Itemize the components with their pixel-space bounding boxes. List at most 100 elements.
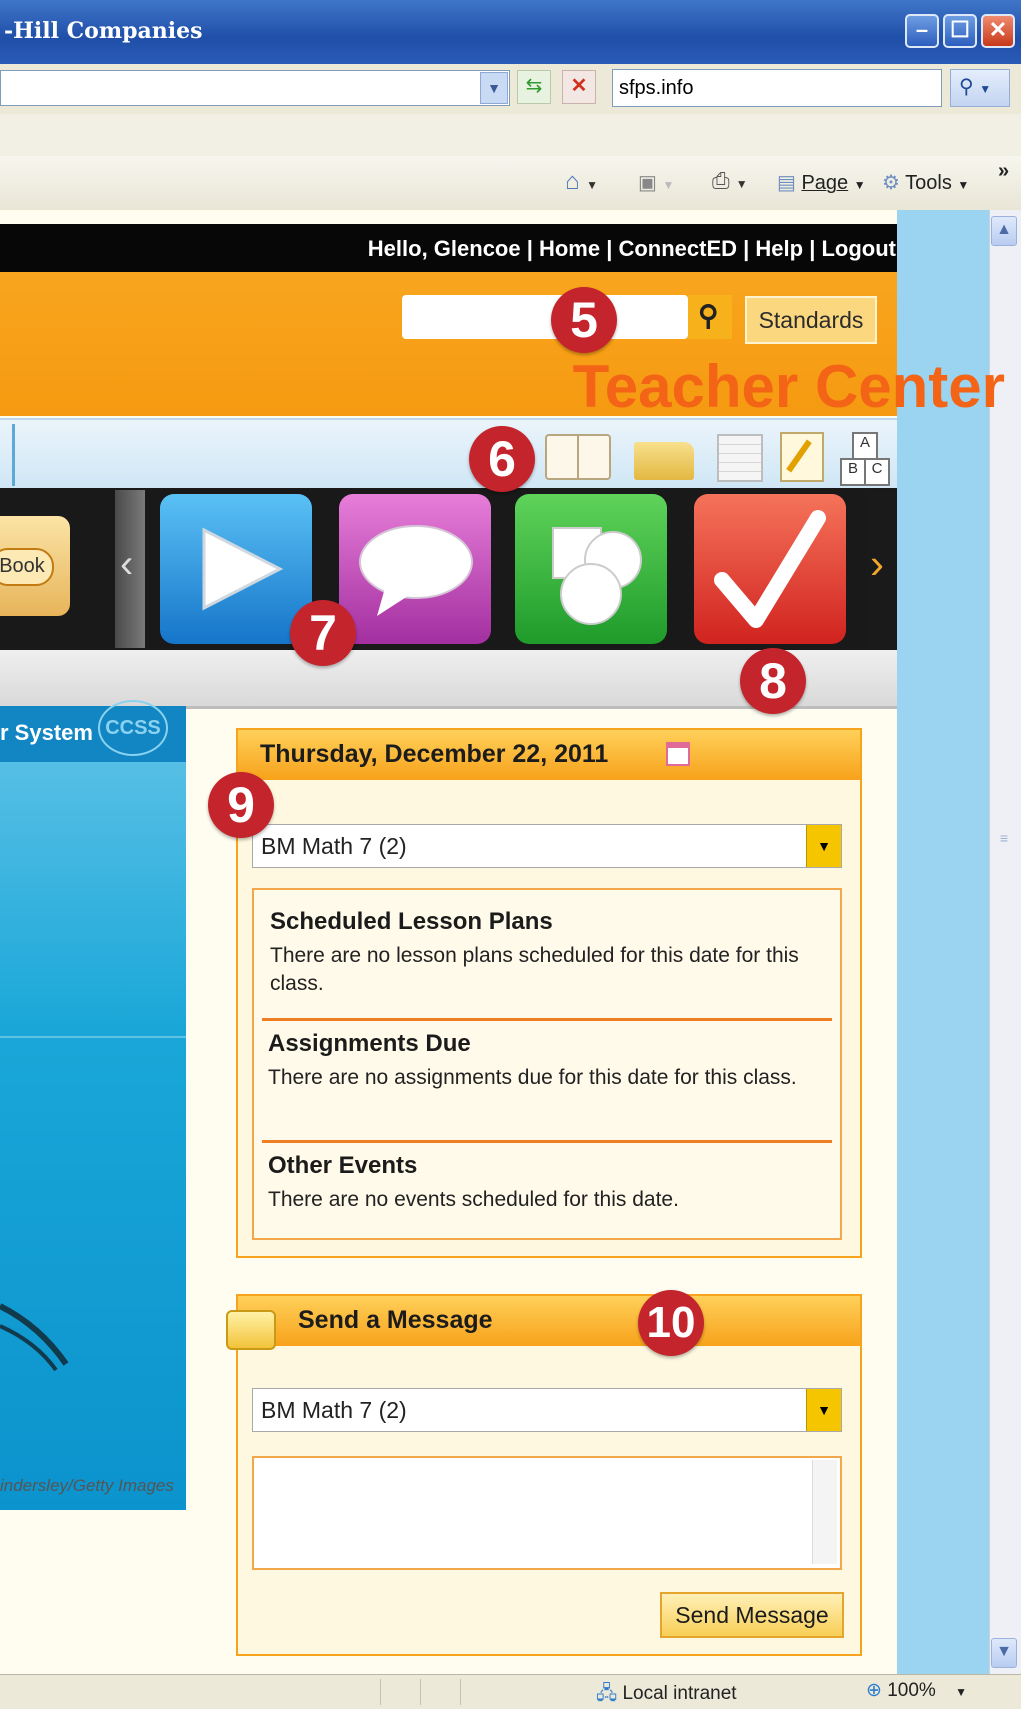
print-icon: ⎙ bbox=[712, 168, 730, 193]
feeds-button[interactable]: ▣ ▼ bbox=[638, 170, 674, 195]
callout-badge-8: 8 bbox=[740, 648, 806, 714]
address-dropdown-button[interactable]: ▼ bbox=[480, 72, 508, 104]
status-divider bbox=[420, 1679, 421, 1705]
assessment-tile[interactable] bbox=[694, 494, 846, 644]
list-item: Scheduled Lesson Plans There are no less… bbox=[270, 908, 830, 998]
page-menu-label: Page bbox=[801, 172, 849, 194]
message-class-select[interactable]: BM Math 7 (2) ▼ bbox=[252, 1388, 842, 1432]
page-menu[interactable]: ▤ Page ▼ bbox=[777, 170, 866, 195]
shapes-icon bbox=[552, 527, 642, 625]
events-list: Scheduled Lesson Plans There are no less… bbox=[252, 888, 842, 1240]
security-zone-label: Local intranet bbox=[622, 1683, 737, 1704]
refresh-button[interactable]: ⇆ bbox=[517, 70, 551, 104]
page-icon: ▤ bbox=[777, 172, 796, 194]
chevron-down-icon[interactable]: ▼ bbox=[806, 1389, 841, 1431]
gradebook-icon[interactable] bbox=[780, 432, 824, 482]
ebook-label: Book bbox=[0, 548, 54, 586]
stop-icon: ✕ bbox=[570, 75, 588, 97]
checkmark-icon bbox=[714, 510, 826, 628]
ccss-logo: CCSS bbox=[98, 700, 168, 756]
gear-icon: ⚙ bbox=[882, 172, 900, 194]
discussion-tile[interactable] bbox=[339, 494, 491, 644]
maximize-icon: ☐ bbox=[950, 17, 970, 42]
tool-strip-divider bbox=[0, 424, 15, 486]
calendar-class-select[interactable]: BM Math 7 (2) ▼ bbox=[252, 824, 842, 868]
tools-menu[interactable]: ⚙ Tools ▼ bbox=[882, 170, 969, 195]
list-item: Other Events There are no events schedul… bbox=[268, 1152, 828, 1214]
stop-button[interactable]: ✕ bbox=[562, 70, 596, 104]
calendar-class-value: BM Math 7 (2) bbox=[261, 833, 407, 859]
scroll-down-button[interactable]: ▼ bbox=[991, 1638, 1017, 1668]
user-nav-links[interactable]: Hello, Glencoe | Home | ConnectED | Help… bbox=[368, 236, 896, 262]
minimize-button[interactable]: – bbox=[905, 14, 939, 48]
textarea-scrollbar[interactable] bbox=[812, 1460, 837, 1564]
standards-button[interactable]: Standards bbox=[745, 296, 877, 344]
callout-badge-6: 6 bbox=[469, 426, 535, 492]
tool-strip: A B C bbox=[0, 418, 897, 490]
site-search-input[interactable] bbox=[402, 295, 688, 339]
section-title: Scheduled Lesson Plans bbox=[270, 908, 553, 935]
status-divider bbox=[460, 1679, 461, 1705]
teacher-center-logo: Teacher Center bbox=[572, 353, 1005, 420]
command-bar: ⌂ ▼ ▣ ▼ ⎙ ▼ ▤ Page ▼ ⚙ Tools ▼ » bbox=[0, 156, 1021, 211]
section-title: Assignments Due bbox=[268, 1030, 471, 1057]
window-title: -Hill Companies bbox=[4, 18, 203, 44]
chevron-down-icon[interactable]: ▼ bbox=[806, 825, 841, 867]
send-message-button[interactable]: Send Message bbox=[660, 1592, 844, 1638]
ebook-tile[interactable]: Book bbox=[0, 516, 70, 616]
search-go-button[interactable]: ⚲ ▼ bbox=[950, 69, 1010, 107]
callout-badge-7: 7 bbox=[290, 600, 356, 666]
page-side-background bbox=[897, 210, 989, 1674]
vertical-scrollbar[interactable]: ≡ bbox=[989, 210, 1021, 1674]
video-tile[interactable] bbox=[160, 494, 312, 644]
message-note-icon bbox=[226, 1310, 276, 1350]
ribbon-prev-button[interactable]: ‹ bbox=[115, 490, 145, 648]
chevron-left-icon: ‹ bbox=[120, 542, 134, 586]
cover-header-text: r System bbox=[0, 720, 93, 745]
calendar-panel-header: Thursday, December 22, 2011 bbox=[238, 730, 860, 780]
abc-vocabulary-icon[interactable]: A B C bbox=[838, 432, 892, 486]
print-button[interactable]: ⎙ ▼ bbox=[712, 168, 748, 194]
message-title: Send a Message bbox=[298, 1306, 493, 1334]
section-body: There are no lesson plans scheduled for … bbox=[270, 944, 799, 995]
refresh-icon: ⇆ bbox=[525, 75, 543, 97]
book-icon[interactable] bbox=[545, 434, 611, 480]
scroll-grip-icon: ≡ bbox=[999, 830, 1009, 846]
address-bar[interactable] bbox=[0, 70, 510, 106]
calendar-panel: Thursday, December 22, 2011 BM Math 7 (2… bbox=[236, 728, 862, 1258]
section-body: There are no events scheduled for this d… bbox=[268, 1188, 679, 1211]
calendar-icon[interactable] bbox=[666, 742, 690, 766]
search-input[interactable]: sfps.info bbox=[612, 69, 942, 107]
image-credit: indersley/Getty Images bbox=[0, 1476, 174, 1495]
zoom-icon: ⊕ bbox=[866, 1680, 882, 1701]
dolphin-fin-graphic bbox=[0, 1303, 69, 1372]
window-title-bar: -Hill Companies – ☐ ✕ bbox=[0, 0, 1021, 64]
callout-badge-9: 9 bbox=[208, 772, 274, 838]
more-chevron-icon[interactable]: » bbox=[998, 160, 1009, 183]
section-divider bbox=[262, 1140, 832, 1143]
site-search-button[interactable]: ⚲ bbox=[688, 295, 732, 339]
feed-icon: ▣ bbox=[638, 172, 657, 194]
zoom-control[interactable]: ⊕ 100% ▼ bbox=[866, 1679, 967, 1702]
ribbon-next-button[interactable]: › bbox=[866, 490, 897, 648]
home-button[interactable]: ⌂ ▼ bbox=[565, 168, 598, 196]
geometry-tile[interactable] bbox=[515, 494, 667, 644]
zoom-level: 100% bbox=[887, 1680, 936, 1701]
calendar-icon[interactable] bbox=[717, 434, 763, 482]
section-divider bbox=[262, 1018, 832, 1021]
home-icon: ⌂ bbox=[565, 168, 580, 195]
cover-header: r System CCSS bbox=[0, 700, 186, 762]
security-zone: 🖧 Local intranet bbox=[596, 1679, 737, 1711]
program-cover-panel[interactable]: r System CCSS bbox=[0, 700, 186, 1510]
scroll-up-button[interactable]: ▲ bbox=[991, 216, 1017, 246]
chevron-right-icon: › bbox=[870, 540, 884, 587]
folder-icon[interactable] bbox=[634, 442, 694, 480]
play-icon bbox=[202, 527, 284, 611]
message-textarea[interactable] bbox=[252, 1456, 842, 1570]
calendar-date: Thursday, December 22, 2011 bbox=[260, 740, 609, 768]
close-button[interactable]: ✕ bbox=[981, 14, 1015, 48]
maximize-button[interactable]: ☐ bbox=[943, 14, 977, 48]
callout-badge-5: 5 bbox=[551, 287, 617, 353]
chevron-down-icon: ▼ bbox=[996, 1643, 1012, 1660]
intranet-icon: 🖧 bbox=[596, 1683, 618, 1704]
